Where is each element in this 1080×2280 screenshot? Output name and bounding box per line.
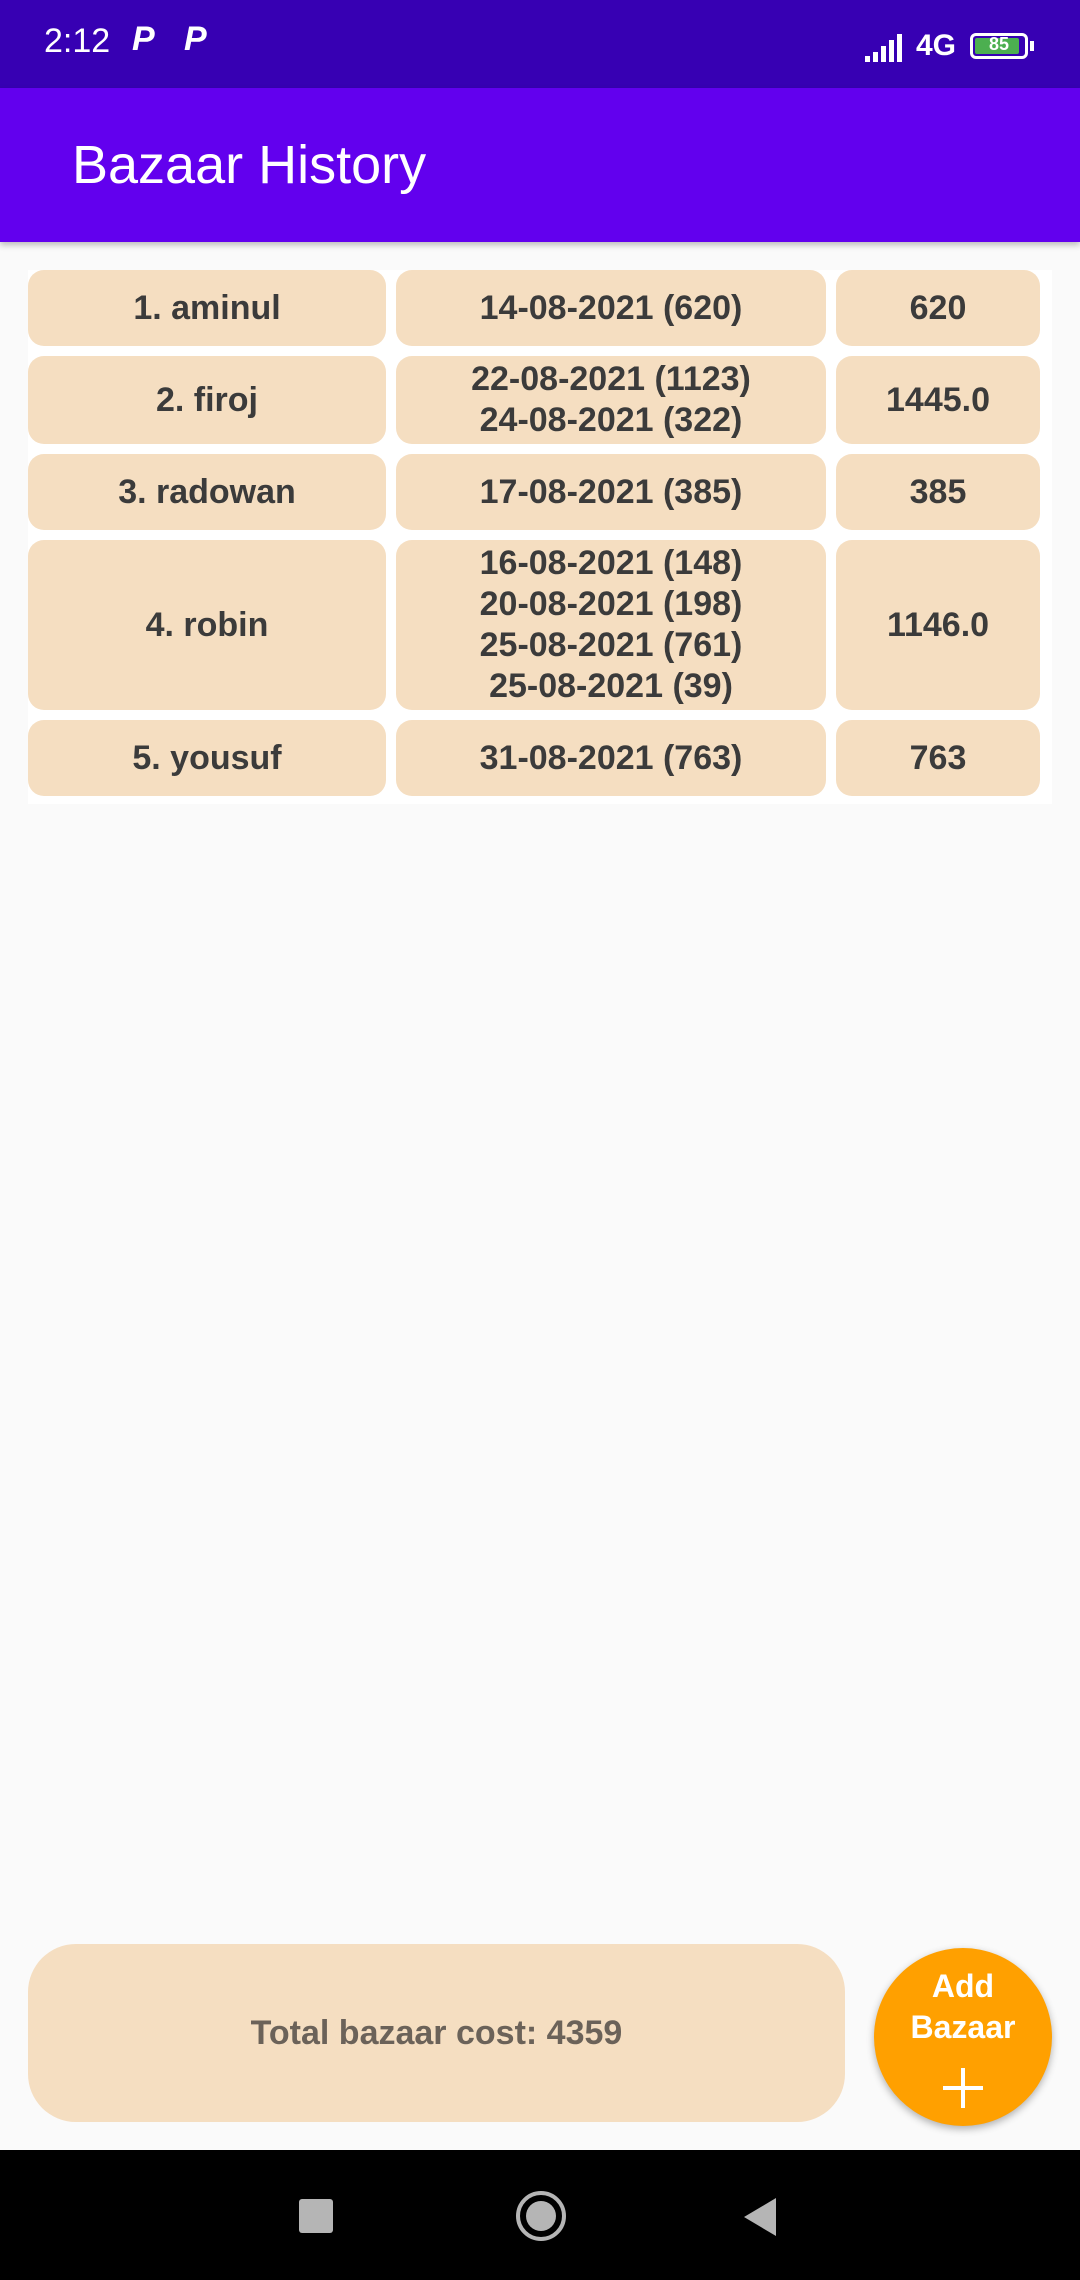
- bazaar-date-entry: 24-08-2021 (322): [479, 401, 743, 439]
- table-row[interactable]: 3. radowan 17-08-2021 (385) 385: [28, 454, 1052, 530]
- table-row[interactable]: 2. firoj 22-08-2021 (1123) 24-08-2021 (3…: [28, 356, 1052, 444]
- network-type: 4G: [915, 29, 956, 62]
- battery-tip: [1030, 41, 1034, 51]
- add-bazaar-label: Add Bazaar: [874, 1966, 1052, 2048]
- bazaar-date-entry: 31-08-2021 (763): [479, 738, 743, 777]
- notification-icon: P: [132, 20, 155, 58]
- add-bazaar-label-line: Add: [931, 1968, 995, 2004]
- bazaar-dates-cell: 22-08-2021 (1123) 24-08-2021 (322): [396, 356, 826, 444]
- recents-icon[interactable]: [299, 2199, 333, 2233]
- battery-level: 85: [988, 34, 1010, 54]
- home-icon[interactable]: [516, 2191, 566, 2241]
- battery-icon: 85: [970, 33, 1028, 59]
- member-name-cell: 4. robin: [28, 540, 386, 710]
- table-row[interactable]: 4. robin 16-08-2021 (148) 20-08-2021 (19…: [28, 540, 1052, 710]
- table-row[interactable]: 5. yousuf 31-08-2021 (763) 763: [28, 720, 1052, 796]
- bazaar-dates-cell: 17-08-2021 (385): [396, 454, 826, 530]
- member-name-cell: 5. yousuf: [28, 720, 386, 796]
- bazaar-history-table: 1. aminul 14-08-2021 (620) 620 2. firoj …: [28, 270, 1052, 804]
- member-total-cell: 763: [836, 720, 1040, 796]
- member-name-cell: 1. aminul: [28, 270, 386, 346]
- status-time: 2:12: [44, 22, 111, 60]
- back-icon[interactable]: [744, 2198, 776, 2236]
- bazaar-dates-cell: 31-08-2021 (763): [396, 720, 826, 796]
- notification-icon: P: [184, 20, 207, 58]
- member-total-cell: 385: [836, 454, 1040, 530]
- bazaar-date-entry: 17-08-2021 (385): [479, 472, 743, 511]
- add-bazaar-button[interactable]: Add Bazaar: [874, 1948, 1052, 2126]
- add-bazaar-label-line: Bazaar: [910, 2009, 1016, 2045]
- bazaar-date-entry: 20-08-2021 (198): [479, 585, 743, 623]
- bazaar-date-entry: 14-08-2021 (620): [479, 288, 743, 327]
- member-name-cell: 2. firoj: [28, 356, 386, 444]
- member-total-cell: 1445.0: [836, 356, 1040, 444]
- bazaar-date-entry: 25-08-2021 (761): [479, 626, 743, 664]
- status-bar: 2:12 P P 4G 85: [0, 0, 1080, 88]
- bazaar-dates-cell: 16-08-2021 (148) 20-08-2021 (198) 25-08-…: [396, 540, 826, 710]
- table-row[interactable]: 1. aminul 14-08-2021 (620) 620: [28, 270, 1052, 346]
- bazaar-date-entry: 25-08-2021 (39): [489, 667, 733, 705]
- status-indicators: 4G 85: [862, 26, 1034, 66]
- app-bar: Bazaar History: [0, 88, 1080, 242]
- member-total-cell: 620: [836, 270, 1040, 346]
- signal-icon: [862, 30, 902, 62]
- member-name-cell: 3. radowan: [28, 454, 386, 530]
- page-title: Bazaar History: [72, 135, 427, 195]
- total-cost-summary: Total bazaar cost: 4359: [28, 1944, 845, 2122]
- member-total-cell: 1146.0: [836, 540, 1040, 710]
- plus-icon: [943, 2068, 983, 2108]
- bazaar-dates-cell: 14-08-2021 (620): [396, 270, 826, 346]
- bazaar-date-entry: 16-08-2021 (148): [479, 544, 743, 582]
- system-nav-bar: [0, 2150, 1080, 2280]
- bazaar-date-entry: 22-08-2021 (1123): [471, 360, 751, 398]
